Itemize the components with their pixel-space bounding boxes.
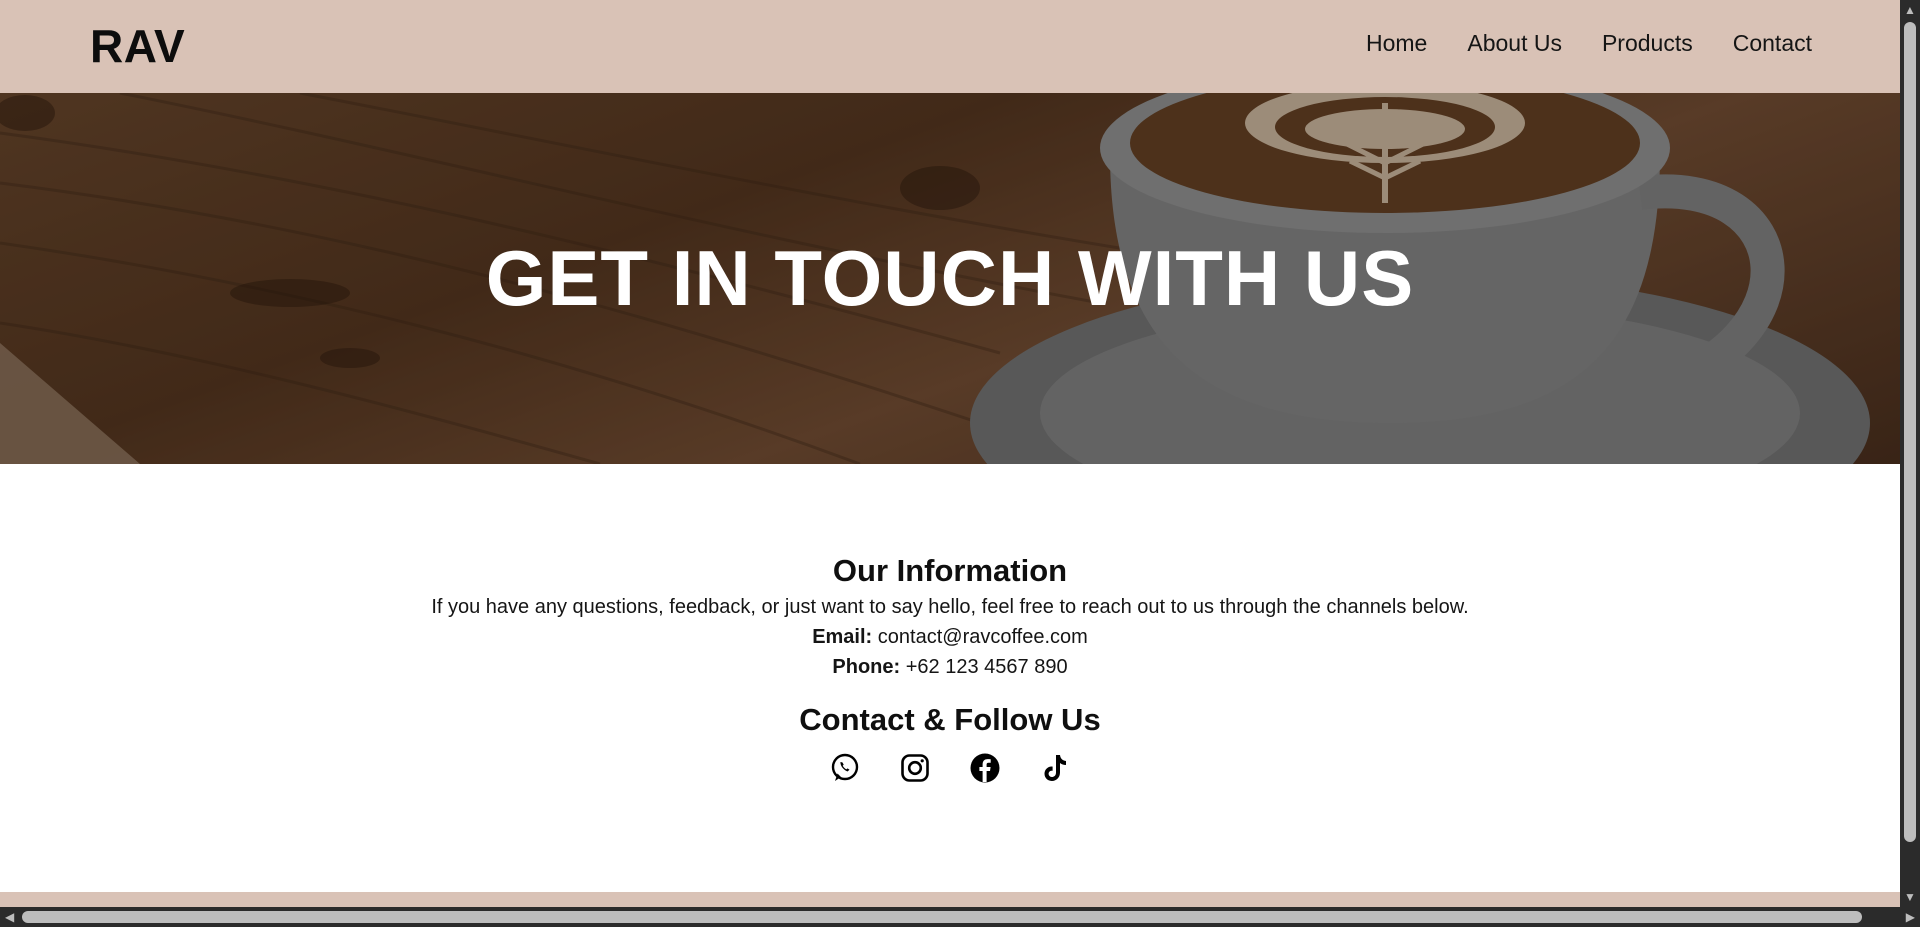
- tiktok-icon[interactable]: [1039, 752, 1071, 784]
- facebook-icon[interactable]: [969, 752, 1001, 784]
- email-line: Email: contact@ravcoffee.com: [0, 626, 1900, 649]
- scroll-down-arrow-icon[interactable]: ▼: [1904, 891, 1916, 903]
- instagram-icon[interactable]: [899, 752, 931, 784]
- phone-label: Phone:: [832, 656, 901, 678]
- nav-about-link[interactable]: About Us: [1467, 30, 1562, 57]
- hero-title: GET IN TOUCH WITH US: [485, 234, 1415, 322]
- hero-banner: GET IN TOUCH WITH US: [0, 93, 1900, 464]
- nav-contact-link[interactable]: Contact: [1733, 30, 1812, 57]
- scroll-right-arrow-icon[interactable]: ▶: [1906, 911, 1915, 923]
- vertical-scroll-thumb[interactable]: [1904, 22, 1916, 842]
- vertical-scrollbar[interactable]: ▲ ▼: [1900, 0, 1920, 907]
- our-information-heading: Our Information: [832, 553, 1068, 588]
- email-value[interactable]: contact@ravcoffee.com: [878, 626, 1088, 648]
- scroll-left-arrow-icon[interactable]: ◀: [5, 911, 14, 923]
- scroll-up-arrow-icon[interactable]: ▲: [1904, 4, 1916, 16]
- nav-home-link[interactable]: Home: [1366, 30, 1427, 57]
- page-viewport: RAV Home About Us Products Contact GET I…: [0, 0, 1900, 907]
- whatsapp-icon[interactable]: [829, 752, 861, 784]
- phone-line: Phone: +62 123 4567 890: [0, 656, 1900, 679]
- contact-description: If you have any questions, feedback, or …: [431, 596, 1469, 618]
- follow-heading: Contact & Follow Us: [799, 702, 1101, 737]
- footer-strip: [0, 892, 1900, 907]
- contact-info-section: Our Information If you have any question…: [0, 464, 1900, 892]
- social-links: [0, 752, 1900, 784]
- email-label: Email:: [812, 626, 873, 648]
- horizontal-scrollbar[interactable]: ◀ ▶: [0, 907, 1920, 927]
- nav-links: Home About Us Products Contact: [1366, 30, 1812, 57]
- phone-value[interactable]: +62 123 4567 890: [906, 656, 1068, 678]
- brand-logo[interactable]: RAV: [90, 19, 185, 73]
- nav-products-link[interactable]: Products: [1602, 30, 1693, 57]
- navbar: RAV Home About Us Products Contact: [0, 0, 1900, 93]
- horizontal-scroll-thumb[interactable]: [22, 911, 1862, 923]
